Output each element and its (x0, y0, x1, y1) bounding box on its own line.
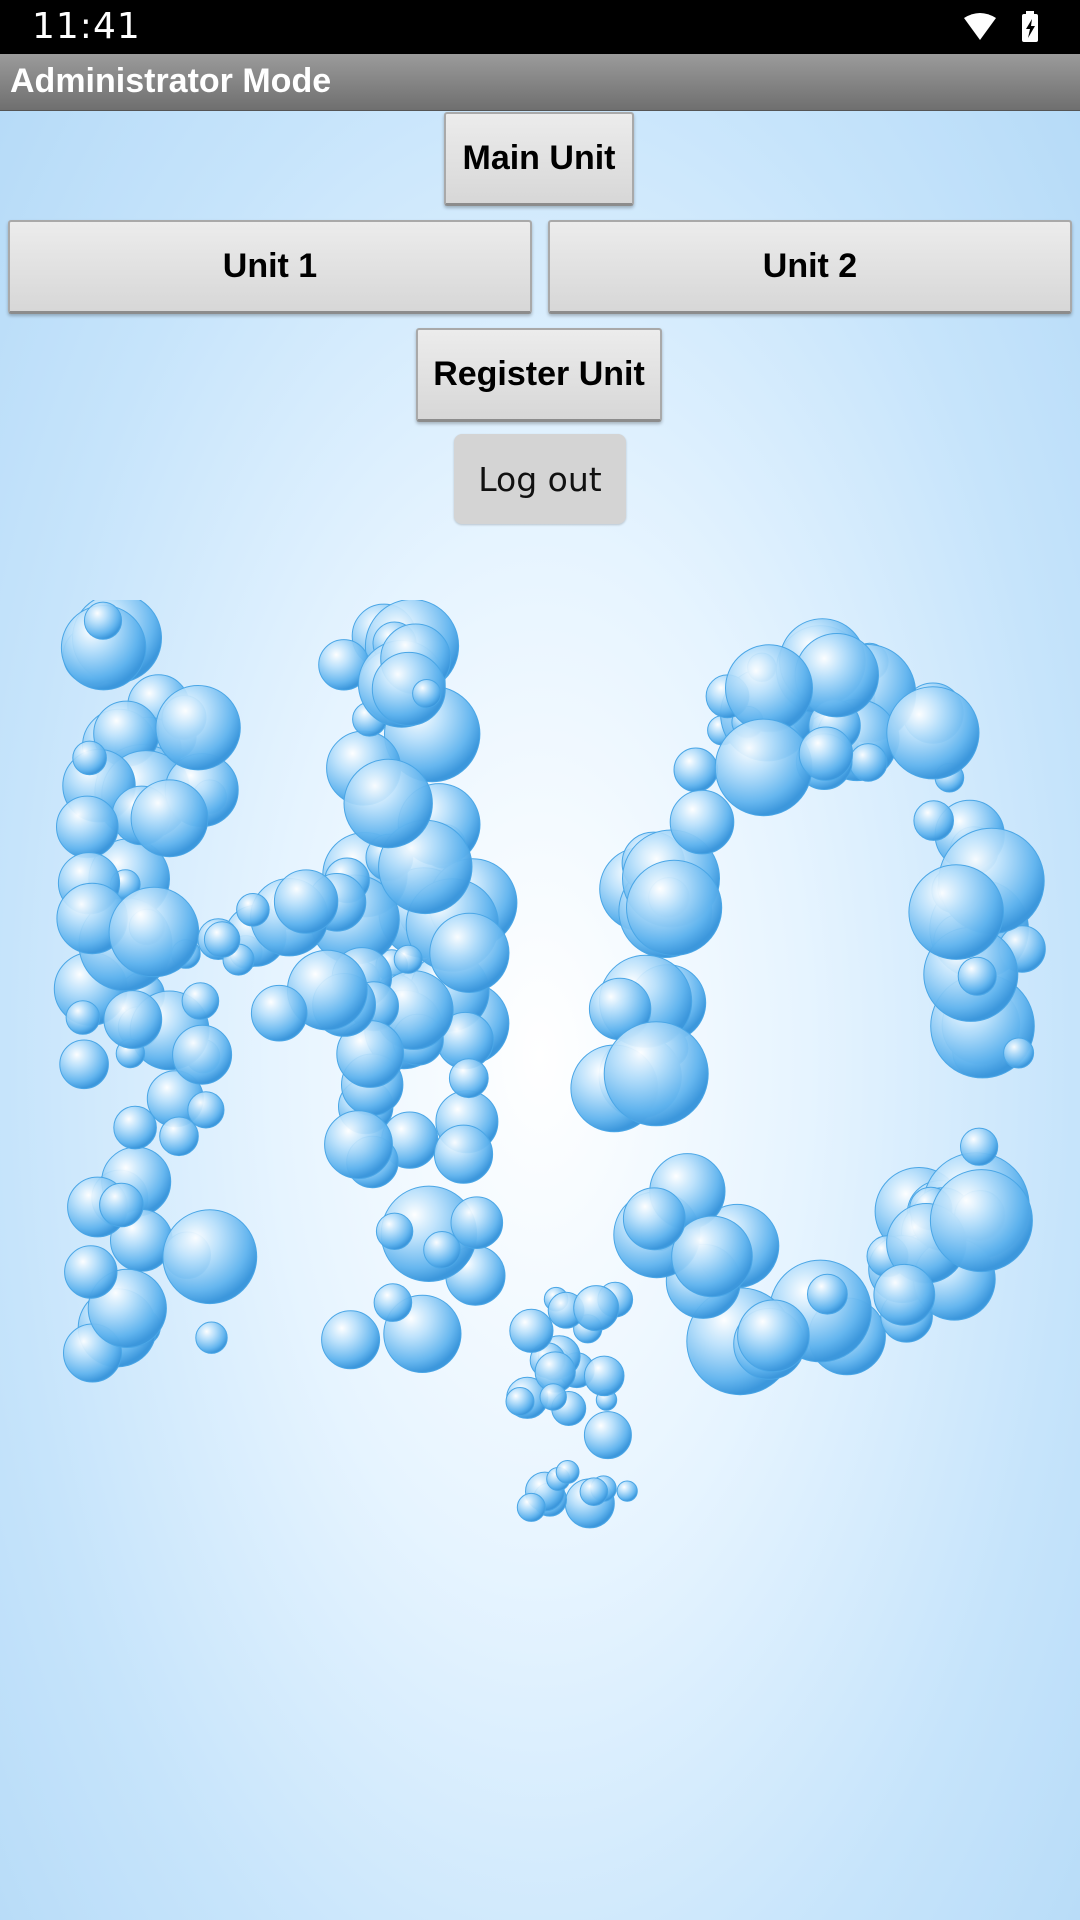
bubble (450, 1196, 504, 1250)
bubble (236, 893, 270, 927)
bubble (725, 644, 813, 733)
bubble (873, 1263, 936, 1326)
bubble (393, 944, 423, 974)
bubble (59, 1039, 109, 1090)
bubble (429, 912, 510, 993)
bubble (130, 779, 209, 858)
bubble (103, 990, 163, 1049)
screen: 11:41 Administrator Mode Main Unit Unit … (0, 0, 1080, 1920)
bubble (886, 686, 980, 780)
bubble (108, 886, 200, 978)
bubble-group (53, 600, 1046, 1529)
log-out-button[interactable]: Log out (454, 434, 626, 524)
bubble (375, 1212, 414, 1250)
bubble (56, 795, 119, 859)
bubble (181, 982, 220, 1020)
bubble (509, 1308, 554, 1353)
bubble (669, 789, 735, 855)
bubble (579, 1477, 609, 1507)
bubble (83, 601, 123, 640)
bubble (72, 740, 107, 776)
bubble (714, 718, 813, 817)
bubble (195, 1321, 228, 1354)
h2o-bubbles-art (53, 600, 1046, 1529)
unit-2-button[interactable]: Unit 2 (548, 220, 1072, 314)
bubble (539, 1383, 567, 1411)
status-time: 11:41 (32, 6, 141, 47)
bubble (957, 956, 997, 996)
bubble (373, 1283, 413, 1322)
bubble (187, 1091, 225, 1129)
register-unit-button[interactable]: Register Unit (416, 328, 662, 422)
unit-1-button[interactable]: Unit 1 (8, 220, 532, 314)
bubble (573, 1285, 620, 1332)
bubble (250, 984, 308, 1042)
bubble (172, 1024, 233, 1085)
bubble (321, 1310, 381, 1370)
bubble (343, 758, 433, 849)
bubble (673, 747, 719, 793)
wifi-icon (964, 13, 996, 40)
bubble (203, 921, 241, 958)
bubble (162, 1209, 258, 1305)
bubble (737, 1299, 810, 1373)
bubble (324, 1110, 393, 1179)
bubble (807, 1273, 848, 1315)
bubble (273, 869, 339, 934)
bubble (65, 1000, 101, 1035)
bubble (848, 743, 888, 782)
bubble (448, 1058, 489, 1099)
bubble (516, 1492, 546, 1522)
page-title: Administrator Mode (10, 62, 332, 100)
main-unit-button[interactable]: Main Unit (444, 112, 634, 206)
bubble (505, 1387, 535, 1416)
bubble (412, 679, 442, 709)
bubble (99, 1182, 144, 1228)
bubble (433, 1124, 494, 1184)
bubble (913, 800, 955, 841)
battery-charging-icon (1022, 11, 1038, 42)
bubble (622, 1187, 686, 1251)
bubble (155, 685, 241, 771)
bubble (798, 726, 854, 781)
bubble (960, 1127, 999, 1166)
bubble (908, 864, 1005, 960)
bubble (64, 1245, 118, 1299)
bubble (929, 1169, 1033, 1273)
bubble (583, 1355, 625, 1397)
bubble (626, 859, 723, 956)
bubble (616, 1480, 638, 1502)
bubble (113, 1105, 157, 1150)
bubble (555, 1460, 580, 1484)
bubble (583, 1411, 632, 1460)
status-bar: 11:41 (0, 0, 1080, 54)
app-title-bar: Administrator Mode (0, 54, 1080, 111)
bubble (1003, 1037, 1035, 1069)
status-icons (964, 11, 1038, 42)
bubble (603, 1021, 709, 1127)
